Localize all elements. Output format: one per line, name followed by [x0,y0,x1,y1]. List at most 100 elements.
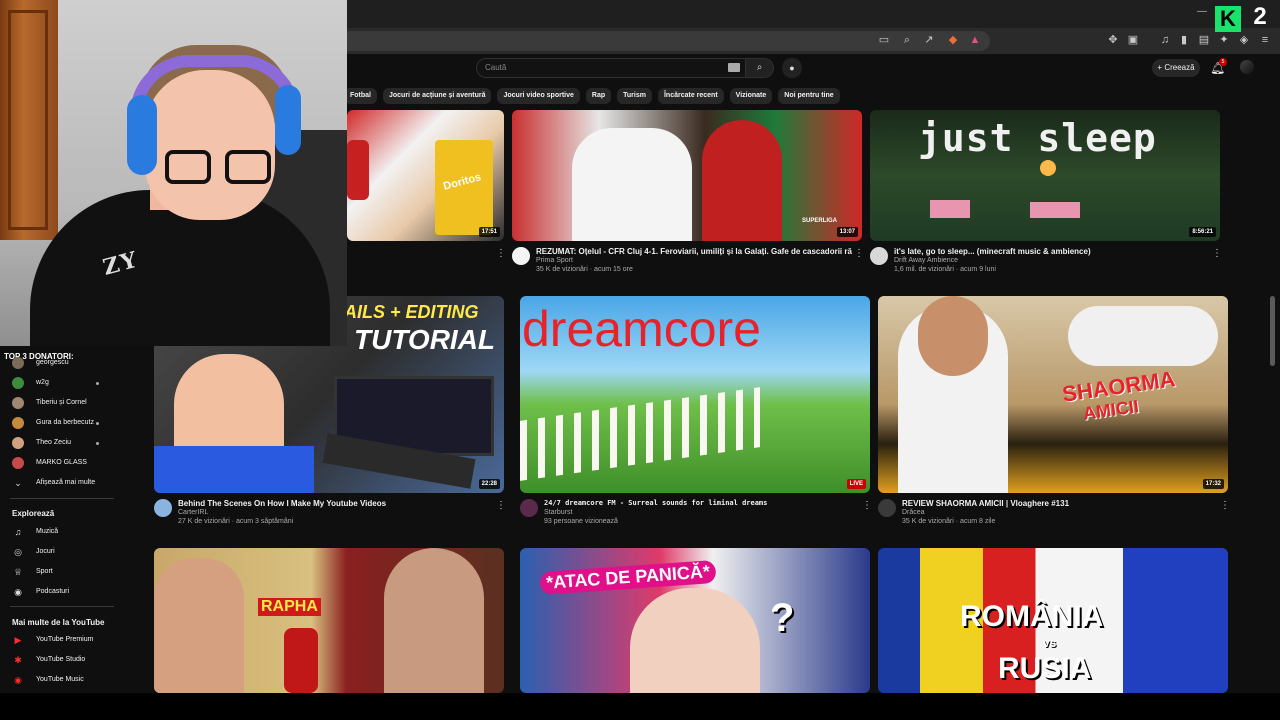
screenshot-icon[interactable]: ▣ [1126,33,1140,47]
video-title[interactable]: 24/7 dreamcore FM - Surreal sounds for l… [544,499,860,507]
show-more-button[interactable]: ⌄ Afișează mai multe [10,476,140,490]
minimize-icon[interactable]: — [1196,6,1208,18]
sidebar-item-podcasturi[interactable]: ◉ Podcasturi [10,585,140,599]
channel-avatar[interactable] [512,247,530,265]
video-title[interactable]: it's late, go to sleep... (minecraft mus… [894,247,1210,256]
chip-rap[interactable]: Rap [585,88,612,104]
address-bar[interactable] [340,31,990,51]
menu-icon[interactable]: ≡ [1258,33,1272,47]
chip-jocuri-sportive[interactable]: Jocuri video sportive [497,88,580,104]
video-title[interactable]: REVIEW SHAORMA AMICII | Vloaghere #131 [902,499,1218,508]
create-label: Creează [1164,63,1195,72]
channel-avatar[interactable] [520,499,538,517]
create-button[interactable]: + Creează [1152,59,1200,77]
video-title[interactable]: REZUMAT: Oțelul - CFR Cluj 4-1. Feroviar… [536,247,852,256]
video-thumbnail[interactable]: Doritos 17:51 [347,110,504,241]
youtube-studio-icon: ✱ [14,655,22,665]
white-fence [520,387,760,481]
new-content-dot [96,422,99,425]
thumbnail-text: ROMÂNIA [960,600,1104,633]
host-face [918,296,988,376]
search-input[interactable]: Caută [476,58,746,78]
thumbnail-text: AILS + EDITING [344,302,479,322]
video-thumbnail[interactable]: dreamcore LIVE [520,296,870,493]
chip-turism[interactable]: Turism [617,88,652,104]
subscription-item[interactable]: w2g [10,376,140,390]
glasses-lens [225,150,271,184]
soda-can [347,140,369,200]
channel-avatar[interactable] [154,499,172,517]
subscription-item[interactable]: Theo Zeciu [10,436,140,450]
channel-name[interactable]: CarterIRL [178,509,208,516]
keyboard-icon[interactable] [728,63,740,72]
video-thumbnail[interactable]: SUPERLIGA 13:07 [512,110,862,241]
video-title[interactable]: Behind The Scenes On How I Make My Youtu… [178,499,494,508]
webcam-overlay: ZY [0,0,347,346]
zoom-icon[interactable]: ⌕ [900,33,914,47]
sidebar-item-youtube-music[interactable]: ◉ YouTube Music [10,673,140,687]
more-options-icon[interactable]: ⋮ [496,248,506,260]
more-options-icon[interactable]: ⋮ [1212,248,1222,260]
video-thumbnail[interactable]: *ATAC DE PANICĂ* ? [520,548,870,693]
chip-noi-pentru-tine[interactable]: Noi pentru tine [778,88,840,104]
thumbnail-text: SUPERLIGA [802,218,838,224]
axolotl [930,200,970,218]
duration-badge: 17:32 [1202,479,1224,489]
chip-actiune-aventura[interactable]: Jocuri de acțiune și aventură [383,88,492,104]
brave-rewards-icon[interactable]: ▲ [968,33,982,47]
channel-name[interactable]: Starburst [544,509,572,516]
more-options-icon[interactable]: ⋮ [496,500,506,512]
cast-icon[interactable]: ▭ [877,33,891,47]
channel-name[interactable]: Prima Sport [536,257,573,264]
more-youtube-title: Mai multe de la YouTube [12,618,105,627]
sidebar-item-youtube-premium[interactable]: ▶ YouTube Premium [10,633,140,647]
thumbnail-text: RAPHA [258,598,321,616]
sidebar-item-sport[interactable]: ♕ Sport [10,565,140,579]
subscription-item[interactable]: Gura da berbecutz [10,416,140,430]
more-options-icon[interactable]: ⋮ [1220,500,1230,512]
channel-avatar[interactable] [878,499,896,517]
share-icon[interactable]: ↗ [922,33,936,47]
chip-incarcate-recent[interactable]: Încărcate recent [657,88,724,104]
sidebar-item-muzica[interactable]: ♫ Muzică [10,525,140,539]
channel-name[interactable]: Drift Away Ambience [894,257,958,264]
door [0,0,58,240]
wallet-icon[interactable]: ▤ [1197,33,1211,47]
subscription-item[interactable]: georgescu [10,356,140,370]
thumbnail-text-3: RUSIA [998,652,1092,685]
brave-shield-icon[interactable]: ◆ [946,33,960,47]
channel-avatar [12,377,24,389]
sidebar-toggle-icon[interactable]: ▮ [1177,33,1191,47]
vpn-icon[interactable]: ◈ [1237,33,1251,47]
more-options-icon[interactable]: ⋮ [862,500,872,512]
subscription-item[interactable]: MARKO GLASS [10,456,140,470]
sidebar-item-youtube-studio[interactable]: ✱ YouTube Studio [10,653,140,667]
voice-search-button[interactable]: ● [782,58,802,78]
video-thumbnail[interactable]: RAPHA [154,548,504,693]
channel-avatar[interactable] [870,247,888,265]
taskbar [0,693,1280,720]
account-avatar[interactable] [1240,60,1254,74]
extensions-icon[interactable]: ✥ [1106,33,1120,47]
chip-fotbal[interactable]: Fotbal [344,88,377,104]
video-thumbnail[interactable]: SHAORMA AMICII 17:32 [878,296,1228,493]
video-meta: Behind The Scenes On How I Make My Youtu… [154,499,494,533]
puzzle-icon[interactable]: ✦ [1217,33,1231,47]
video-meta: 24/7 dreamcore FM - Surreal sounds for l… [520,499,860,533]
subscription-item[interactable]: Tiberiu și Cornel [10,396,140,410]
video-stats: 93 persoane vizionează [544,518,618,525]
channel-name[interactable]: Drăcea [902,509,925,516]
video-thumbnail[interactable]: just sleep 8:56:21 [870,110,1220,241]
youtube-music-icon: ◉ [14,675,22,685]
sidebar-item-jocuri[interactable]: ◎ Jocuri [10,545,140,559]
glasses-lens [165,150,211,184]
video-thumbnail[interactable]: ROMÂNIA vs RUSIA [878,548,1228,693]
page-scrollbar[interactable] [1270,296,1275,366]
new-content-dot [96,442,99,445]
headset-earcup [275,85,301,155]
chip-vizionate[interactable]: Vizionate [729,88,773,104]
media-icon[interactable]: ♫ [1158,33,1172,47]
search-button[interactable]: ⌕ [746,58,774,78]
sidebar-item-label: Podcasturi [36,588,70,595]
more-options-icon[interactable]: ⋮ [854,248,864,260]
